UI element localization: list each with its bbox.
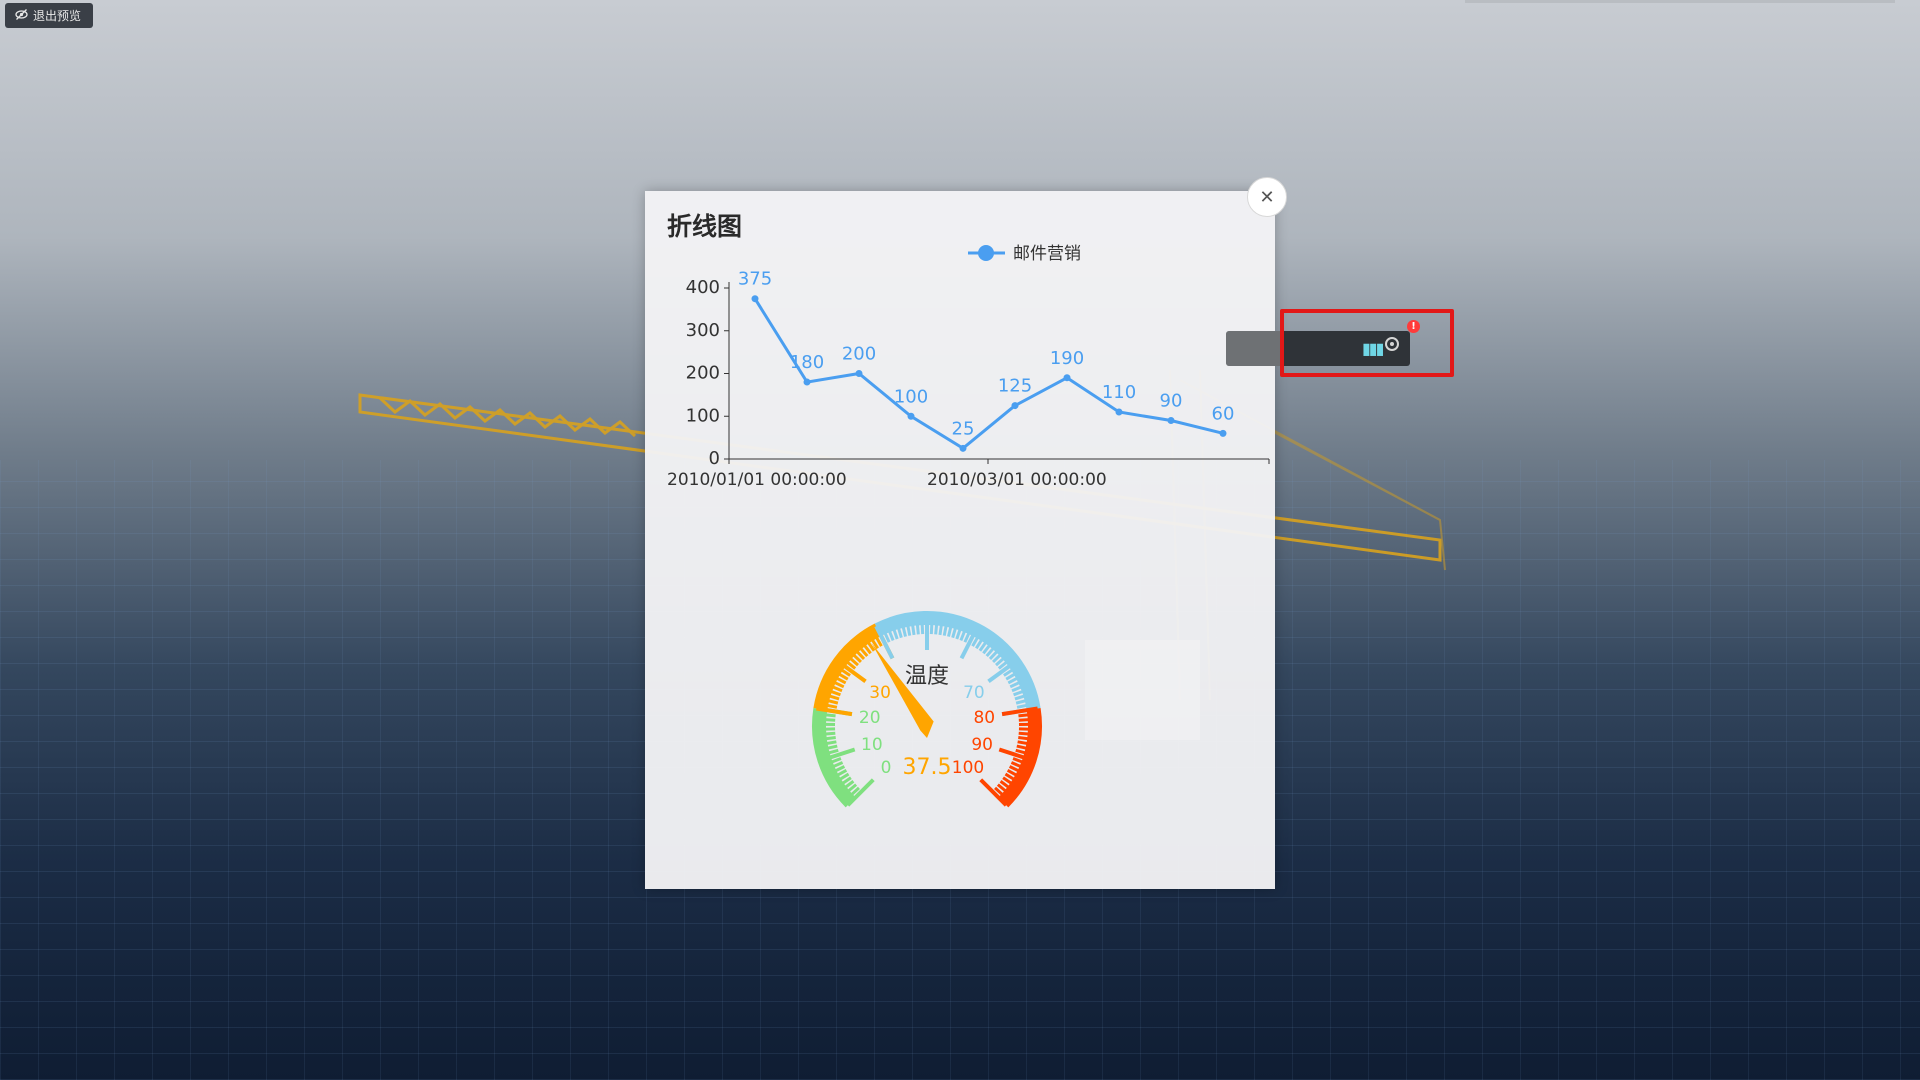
gauge-tick-label: 30 (869, 683, 891, 703)
legend-marker (978, 245, 994, 261)
x-tick-label: 2010/03/01 00:00:00 (927, 470, 1107, 490)
gauge-tick-label: 70 (963, 683, 985, 703)
data-label: 190 (1050, 348, 1084, 369)
data-label: 25 (952, 418, 975, 439)
data-label: 200 (842, 344, 876, 365)
toolbar-left-segment[interactable] (1226, 331, 1280, 366)
data-label: 180 (790, 352, 824, 373)
data-point (959, 444, 967, 452)
eye-off-icon (15, 8, 28, 24)
y-tick-label: 300 (686, 320, 720, 341)
close-icon: ✕ (1259, 186, 1275, 208)
gauge-tick-label: 20 (859, 708, 881, 728)
chart-area: 01002003004002010/01/01 00:00:00 2010/03/… (667, 244, 1270, 808)
data-point (1011, 402, 1019, 410)
data-point (1167, 417, 1175, 425)
data-point (907, 412, 915, 420)
gauge-tick-label: 0 (881, 758, 892, 778)
close-button[interactable]: ✕ (1247, 177, 1287, 217)
data-label: 60 (1212, 403, 1235, 424)
data-point (855, 370, 863, 377)
data-label: 125 (998, 376, 1032, 397)
series-line (753, 297, 1224, 451)
exit-preview-button[interactable]: 退出预览 (5, 3, 93, 28)
y-tick-label: 100 (686, 405, 720, 426)
exit-preview-label: 退出预览 (33, 9, 82, 23)
data-label: 100 (894, 386, 928, 407)
gauge-tick-label: 100 (952, 758, 984, 778)
x-tick-label: 2010/01/01 00:00:00 (667, 470, 847, 490)
data-point (1063, 374, 1071, 382)
gauge-tick-label: 80 (973, 708, 995, 728)
data-label: 110 (1102, 382, 1136, 403)
top-strip (1465, 0, 1895, 3)
chart-popup-panel: 折线图 0 100 200 300 400 2010/01/01 00:00:00 2010… (645, 191, 1275, 889)
y-tick-label: 400 (686, 277, 720, 298)
gauge-value: 37.5 (903, 755, 952, 780)
highlight-box (1280, 309, 1454, 377)
data-point (1115, 408, 1123, 416)
data-point (1219, 429, 1227, 437)
gauge-title: 温度 (905, 664, 949, 689)
data-point (803, 378, 811, 386)
data-point (751, 295, 759, 303)
legend-label: 邮件营销 (1013, 244, 1081, 264)
gauge-tick-label: 90 (971, 735, 993, 755)
data-label: 90 (1160, 391, 1183, 412)
y-tick-label: 200 (686, 363, 720, 384)
data-label: 375 (738, 269, 772, 290)
gauge-tick-label: 10 (861, 735, 883, 755)
y-tick-label: 0 (709, 448, 720, 469)
